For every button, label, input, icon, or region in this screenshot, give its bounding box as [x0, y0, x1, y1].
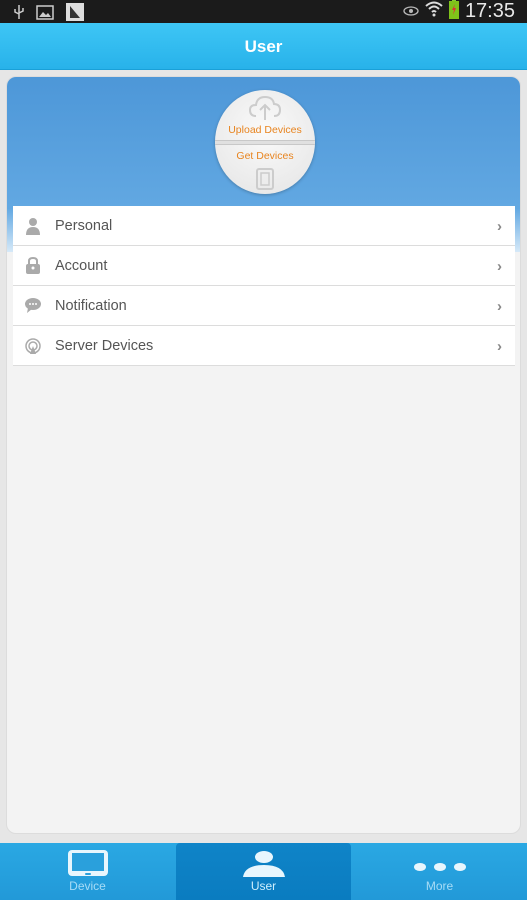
chevron-right-icon: ›: [497, 218, 502, 235]
lock-icon: [24, 257, 42, 275]
chevron-right-icon: ›: [497, 258, 502, 275]
tablet-icon: [67, 849, 109, 882]
menu-item-notification[interactable]: Notification ›: [13, 286, 515, 326]
battery-charging-icon: [448, 0, 459, 24]
title-bar: User: [0, 23, 527, 70]
device-download-icon: [255, 165, 275, 194]
user-icon: [241, 849, 287, 882]
eye-icon: [403, 3, 419, 21]
settings-menu: Personal › Account › Notification › Serv…: [13, 206, 515, 366]
tab-label: More: [425, 879, 454, 893]
clock: 17:35: [464, 0, 515, 22]
user-card: Upload Devices Get Devices Personal › Ac…: [6, 76, 521, 834]
menu-item-account[interactable]: Account ›: [13, 246, 515, 286]
menu-item-label: Personal: [55, 217, 113, 234]
menu-item-label: Account: [55, 257, 108, 274]
tab-more[interactable]: More: [352, 843, 527, 900]
chevron-right-icon: ›: [497, 338, 502, 355]
broadcast-icon: [24, 337, 42, 355]
chat-bubble-icon: [24, 297, 42, 315]
sync-circle: Upload Devices Get Devices: [215, 90, 315, 194]
status-bar: 17:35: [0, 0, 527, 23]
cloud-upload-icon: [248, 94, 282, 127]
tab-label: Device: [69, 879, 106, 893]
menu-item-label: Server Devices: [55, 337, 154, 354]
page-title: User: [244, 37, 283, 56]
menu-item-label: Notification: [55, 297, 127, 314]
gallery-icon: [36, 4, 54, 25]
tab-device[interactable]: Device: [0, 843, 175, 900]
upload-devices-button[interactable]: Upload Devices: [215, 124, 315, 136]
usb-icon: [14, 5, 24, 24]
get-devices-button[interactable]: Get Devices: [215, 150, 315, 162]
tab-user[interactable]: User: [176, 843, 351, 900]
tab-label: User: [250, 879, 277, 893]
menu-item-server-devices[interactable]: Server Devices ›: [13, 326, 515, 366]
bottom-tab-bar: Device User More: [0, 843, 527, 900]
wifi-icon: [425, 1, 443, 22]
menu-item-personal[interactable]: Personal ›: [13, 206, 515, 246]
more-dots-icon: [413, 859, 466, 877]
chevron-right-icon: ›: [497, 298, 502, 315]
circle-divider: [215, 140, 315, 145]
person-icon: [24, 217, 42, 235]
